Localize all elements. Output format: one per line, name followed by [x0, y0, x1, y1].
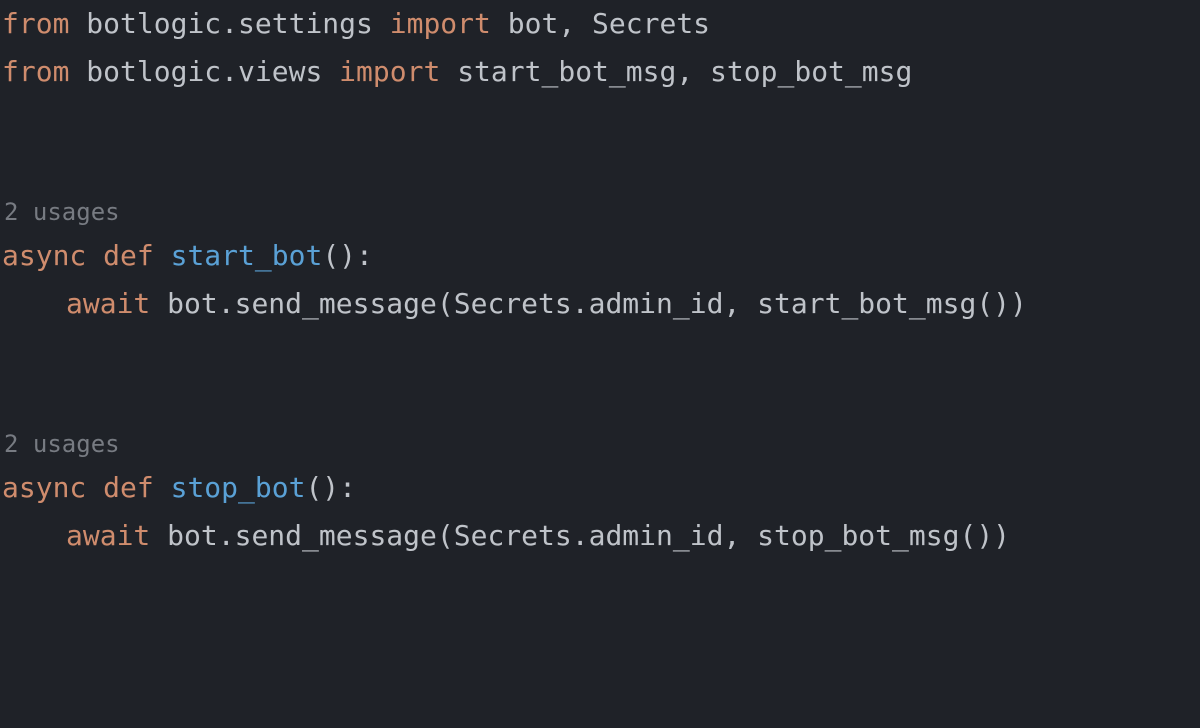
keyword-from: from — [2, 55, 69, 88]
code-editor[interactable]: from botlogic.settings import bot, Secre… — [0, 0, 1200, 560]
code-line[interactable]: await bot.send_message(Secrets.admin_id,… — [2, 512, 1200, 560]
usages-hint[interactable]: 2 usages — [2, 192, 1200, 232]
function-signature: (): — [305, 471, 356, 504]
code-line[interactable]: async def stop_bot(): — [2, 464, 1200, 512]
keyword-async: async — [2, 239, 86, 272]
module-path: botlogic.settings — [86, 7, 373, 40]
code-line[interactable]: await bot.send_message(Secrets.admin_id,… — [2, 280, 1200, 328]
blank-line — [2, 376, 1200, 424]
code-line[interactable]: from botlogic.settings import bot, Secre… — [2, 0, 1200, 48]
keyword-import: import — [339, 55, 440, 88]
keyword-await: await — [66, 287, 150, 320]
function-name: start_bot — [171, 239, 323, 272]
blank-line — [2, 96, 1200, 144]
keyword-def: def — [103, 471, 154, 504]
call-expression: bot.send_message(Secrets.admin_id, start… — [167, 287, 1027, 320]
keyword-import: import — [390, 7, 491, 40]
usages-hint[interactable]: 2 usages — [2, 424, 1200, 464]
blank-line — [2, 328, 1200, 376]
function-name: stop_bot — [171, 471, 306, 504]
code-line[interactable]: from botlogic.views import start_bot_msg… — [2, 48, 1200, 96]
keyword-def: def — [103, 239, 154, 272]
blank-line — [2, 144, 1200, 192]
import-names: start_bot_msg, stop_bot_msg — [457, 55, 912, 88]
keyword-from: from — [2, 7, 69, 40]
keyword-await: await — [66, 519, 150, 552]
function-signature: (): — [322, 239, 373, 272]
code-line[interactable]: async def start_bot(): — [2, 232, 1200, 280]
call-expression: bot.send_message(Secrets.admin_id, stop_… — [167, 519, 1010, 552]
keyword-async: async — [2, 471, 86, 504]
module-path: botlogic.views — [86, 55, 322, 88]
import-names: bot, Secrets — [508, 7, 710, 40]
